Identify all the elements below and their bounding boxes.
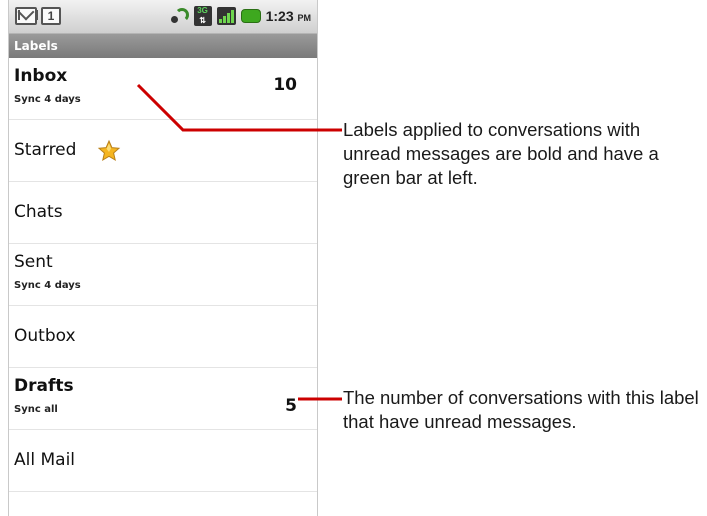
calendar-notification-icon: 1 bbox=[41, 7, 61, 25]
status-bar: 1 3G ⇅ 1:23 PM bbox=[9, 0, 317, 34]
label-name: Drafts bbox=[14, 376, 74, 396]
figure: 1 3G ⇅ 1:23 PM Labels Inbox Sync 4 days 1… bbox=[0, 0, 707, 516]
annotation-unread-count: The number of conversations with this la… bbox=[343, 387, 699, 432]
network-type: 3G bbox=[197, 6, 208, 15]
label-name: All Mail bbox=[14, 450, 76, 470]
status-time: 1:23 PM bbox=[266, 8, 311, 24]
label-name: Inbox bbox=[14, 66, 68, 86]
label-sync-setting: Sync 4 days bbox=[14, 94, 81, 105]
label-item-starred[interactable]: Starred bbox=[9, 120, 317, 182]
label-item-outbox[interactable]: Outbox bbox=[9, 306, 317, 368]
label-item-all-mail[interactable]: All Mail bbox=[9, 430, 317, 492]
sync-icon bbox=[169, 6, 189, 26]
signal-strength-icon bbox=[216, 7, 236, 25]
unread-count: 5 bbox=[285, 396, 297, 416]
label-item-inbox[interactable]: Inbox Sync 4 days 10 bbox=[9, 58, 317, 120]
phone-screen: 1 3G ⇅ 1:23 PM Labels Inbox Sync 4 days 1… bbox=[8, 0, 318, 516]
gmail-notification-icon bbox=[15, 7, 38, 25]
label-name: Starred bbox=[14, 140, 77, 160]
clock-ampm: PM bbox=[297, 13, 312, 23]
label-name: Outbox bbox=[14, 326, 76, 346]
battery-icon bbox=[240, 9, 261, 23]
label-item-sent[interactable]: Sent Sync 4 days bbox=[9, 244, 317, 306]
label-item-chats[interactable]: Chats bbox=[9, 182, 317, 244]
label-item-drafts[interactable]: Drafts Sync all 5 bbox=[9, 368, 317, 430]
unread-count: 10 bbox=[273, 75, 297, 95]
label-sync-setting: Sync all bbox=[14, 404, 58, 415]
annotation-unread-labels: Labels applied to conversations with unr… bbox=[343, 119, 659, 188]
label-sync-setting: Sync 4 days bbox=[14, 280, 81, 291]
clock-time: 1:23 bbox=[265, 8, 294, 24]
star-icon bbox=[97, 139, 121, 162]
label-name: Sent bbox=[14, 252, 53, 272]
label-list: Inbox Sync 4 days 10 Starred Chats Sent … bbox=[9, 58, 317, 492]
network-3g-icon: 3G ⇅ bbox=[193, 6, 212, 26]
label-name: Chats bbox=[14, 202, 63, 222]
page-title: Labels bbox=[9, 34, 317, 58]
